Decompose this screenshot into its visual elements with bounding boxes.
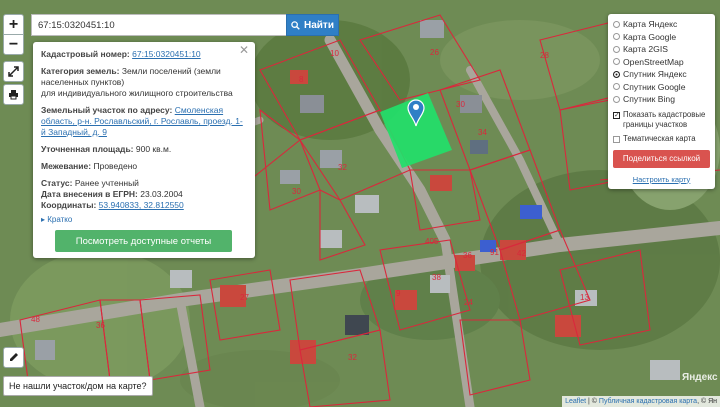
parcel-number: 9 xyxy=(396,289,401,298)
area-value: 900 кв.м. xyxy=(135,144,172,154)
parcel-number: 30 xyxy=(456,100,465,109)
status-label: Статус: xyxy=(41,178,73,188)
attribution-separator: | © xyxy=(586,398,599,405)
parcel-number: 36 xyxy=(463,251,472,260)
status-value: Ранее учтенный xyxy=(74,178,139,188)
parcel-info-panel: ✕ Кадастровый номер: 67:15:0320451:10 Ка… xyxy=(33,42,255,258)
parcel-number: 24 xyxy=(464,298,473,307)
brief-toggle[interactable]: ▸ Кратко xyxy=(41,214,247,225)
cadastral-map-link[interactable]: Публичная кадастровая карта xyxy=(599,398,697,405)
use-value: для индивидуального жилищного строительс… xyxy=(41,88,233,98)
fullscreen-button[interactable] xyxy=(3,61,24,82)
parcel-number: 10 xyxy=(330,49,339,58)
search-button-label: Найти xyxy=(304,19,334,31)
layer-option-label: Карта 2GIS xyxy=(623,44,668,55)
layer-option-2gis-map[interactable]: Карта 2GIS xyxy=(613,43,710,56)
parcel-number: 27 xyxy=(240,293,249,302)
date-label: Дата внесения в ЕГРН: xyxy=(41,189,138,199)
attribution-tail: , © Ян xyxy=(697,398,717,405)
map-attribution: Leaflet | © Публичная кадастровая карта,… xyxy=(562,396,720,407)
coords-label: Координаты: xyxy=(41,200,97,210)
yandex-logo: Яндекс xyxy=(682,372,718,383)
parcel-number: 26 xyxy=(430,48,439,57)
layer-option-osm[interactable]: OpenStreetMap xyxy=(613,56,710,69)
pencil-icon xyxy=(10,353,18,361)
search-input[interactable] xyxy=(31,14,286,36)
thematic-map-checkbox[interactable] xyxy=(613,135,620,143)
leaflet-link[interactable]: Leaflet xyxy=(565,398,586,405)
layer-option-label: Спутник Google xyxy=(623,81,686,92)
search-button[interactable]: Найти xyxy=(286,14,339,36)
layer-option-label: Спутник Яндекс xyxy=(623,69,687,80)
layer-option-google-map[interactable]: Карта Google xyxy=(613,31,710,44)
cadastral-label: Кадастровый номер: xyxy=(41,49,130,59)
layer-option-label: Карта Google xyxy=(623,31,677,42)
share-link-button[interactable]: Поделиться ссылкой xyxy=(613,149,710,168)
search-icon xyxy=(291,20,300,30)
date-value: 23.03.2004 xyxy=(140,189,183,199)
parcel-number: 48 xyxy=(31,315,40,324)
layer-switcher-panel: Карта Яндекс Карта Google Карта 2GIS Ope… xyxy=(608,14,715,189)
parcel-number: 32 xyxy=(338,163,347,172)
parcel-number: 8 xyxy=(299,75,304,84)
thematic-map-label: Тематическая карта xyxy=(623,133,696,143)
radio[interactable] xyxy=(613,20,620,28)
parcel-number: 30 xyxy=(292,187,301,196)
layer-option-label: Спутник Bing xyxy=(623,94,675,105)
parcel-number: 13 xyxy=(580,293,589,302)
coords-link[interactable]: 53.940833, 32.812550 xyxy=(99,200,184,210)
radio-selected[interactable] xyxy=(613,70,620,78)
draw-tool-button[interactable] xyxy=(3,347,24,368)
category-label: Категория земель: xyxy=(41,66,120,76)
close-icon[interactable]: ✕ xyxy=(239,44,249,56)
expand-icon xyxy=(8,66,19,77)
layer-option-yandex-satellite[interactable]: Спутник Яндекс xyxy=(613,68,710,81)
configure-map-link[interactable]: Настроить карту xyxy=(613,175,710,184)
layer-option-google-satellite[interactable]: Спутник Google xyxy=(613,81,710,94)
parcel-number: 42 xyxy=(517,249,526,258)
parcel-number: 34 xyxy=(478,128,487,137)
show-borders-toggle[interactable]: ✓ Показать кадастровые границы участков xyxy=(613,110,710,130)
radio[interactable] xyxy=(613,45,620,53)
radio[interactable] xyxy=(613,58,620,66)
show-borders-checkbox[interactable]: ✓ xyxy=(613,111,620,119)
parcel-number: 28 xyxy=(540,51,549,60)
printer-icon xyxy=(9,90,18,100)
parcel-number: 38 xyxy=(432,273,441,282)
zoom-out-button[interactable]: − xyxy=(3,34,24,55)
layer-option-bing-satellite[interactable]: Спутник Bing xyxy=(613,93,710,106)
zoom-in-button[interactable]: + xyxy=(3,14,24,35)
view-reports-button[interactable]: Посмотреть доступные отчеты xyxy=(55,230,232,252)
print-button[interactable] xyxy=(3,84,24,105)
survey-label: Межевание: xyxy=(41,161,92,171)
area-label: Уточненная площадь: xyxy=(41,144,134,154)
radio[interactable] xyxy=(613,83,620,91)
parcel-number: 91 xyxy=(490,248,499,257)
cadastral-number-link[interactable]: 67:15:0320451:10 xyxy=(132,49,201,59)
survey-value: Проведено xyxy=(93,161,138,171)
not-found-button[interactable]: Не нашли участок/дом на карте? xyxy=(3,376,153,396)
parcel-number: 405 xyxy=(425,237,439,246)
radio[interactable] xyxy=(613,95,620,103)
parcel-number: 36 xyxy=(96,321,105,330)
thematic-map-toggle[interactable]: Тематическая карта xyxy=(613,134,710,144)
parcel-number: 32 xyxy=(348,353,357,362)
layer-option-label: Карта Яндекс xyxy=(623,19,678,30)
show-borders-label: Показать кадастровые границы участков xyxy=(623,109,706,129)
address-label: Земельный участок по адресу: xyxy=(41,105,173,115)
radio[interactable] xyxy=(613,33,620,41)
brief-label: Кратко xyxy=(47,215,73,224)
layer-option-label: OpenStreetMap xyxy=(623,56,684,67)
layer-option-yandex-map[interactable]: Карта Яндекс xyxy=(613,18,710,31)
